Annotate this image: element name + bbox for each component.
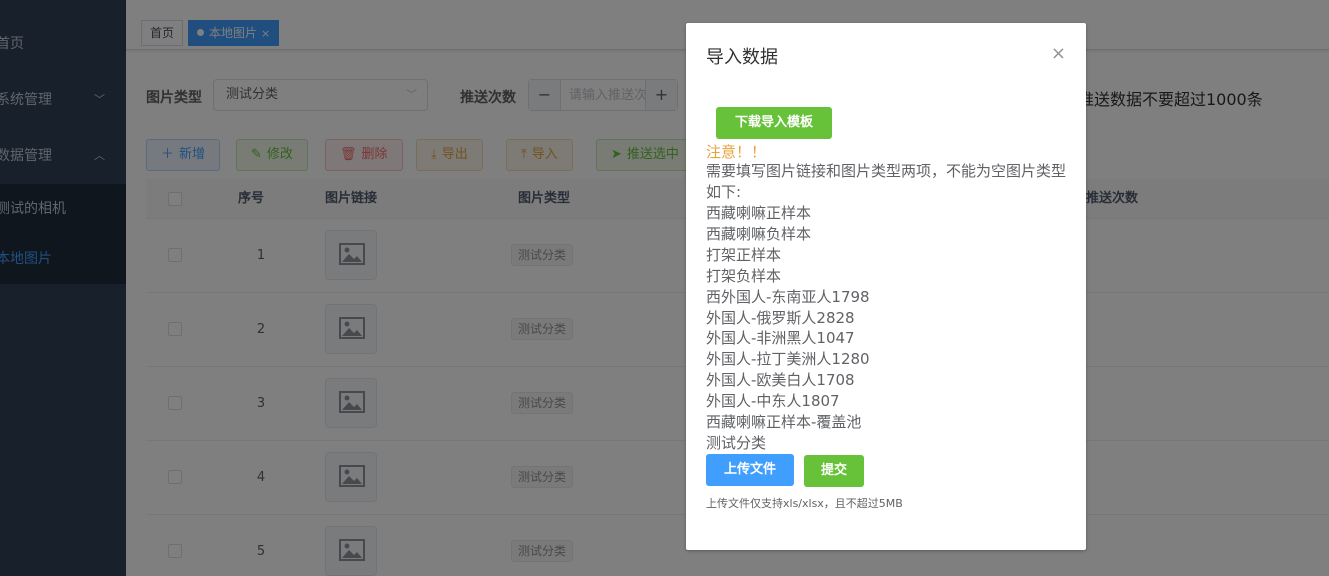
list-item: 西藏喇嘛负样本 [706, 224, 812, 243]
upload-tip: 上传文件仅支持xls/xlsx，且不超过5MB [706, 497, 903, 510]
list-item: 外国人-欧美白人1708 [706, 371, 855, 390]
list-item: 打架正样本 [706, 245, 782, 264]
list-item: 外国人-中东人1807 [706, 392, 840, 411]
upload-file-button[interactable]: 上传文件 [706, 454, 794, 486]
list-item: 西藏喇嘛正样本-覆盖池 [706, 413, 862, 432]
import-dialog: 导入数据 × 下载导入模板 注意！！ 需要填写图片链接和图片类型两项，不能为空图… [686, 23, 1086, 550]
list-item: 外国人-俄罗斯人2828 [706, 308, 855, 327]
modal-overlay[interactable] [0, 0, 1329, 576]
list-item: 打架负样本 [706, 266, 782, 285]
close-icon[interactable]: × [1051, 43, 1066, 65]
list-item: 西藏喇嘛正样本 [706, 204, 812, 222]
warning-text: 注意！！ [706, 143, 767, 161]
type-list: 西藏喇嘛正样本 西藏喇嘛负样本 打架正样本 打架负样本 西外国人-东南亚人179… [706, 203, 870, 454]
list-item: 西外国人-东南亚人1798 [706, 287, 870, 306]
list-item: 外国人-非洲黑人1047 [706, 329, 855, 348]
list-item: 外国人-拉丁美洲人1280 [706, 350, 870, 369]
dialog-description: 需要填写图片链接和图片类型两项，不能为空图片类型如下: [706, 162, 1067, 201]
submit-button[interactable]: 提交 [804, 455, 864, 487]
list-item: 测试分类 [706, 433, 767, 452]
download-template-button[interactable]: 下载导入模板 [716, 107, 832, 139]
dialog-title: 导入数据 [706, 47, 778, 68]
